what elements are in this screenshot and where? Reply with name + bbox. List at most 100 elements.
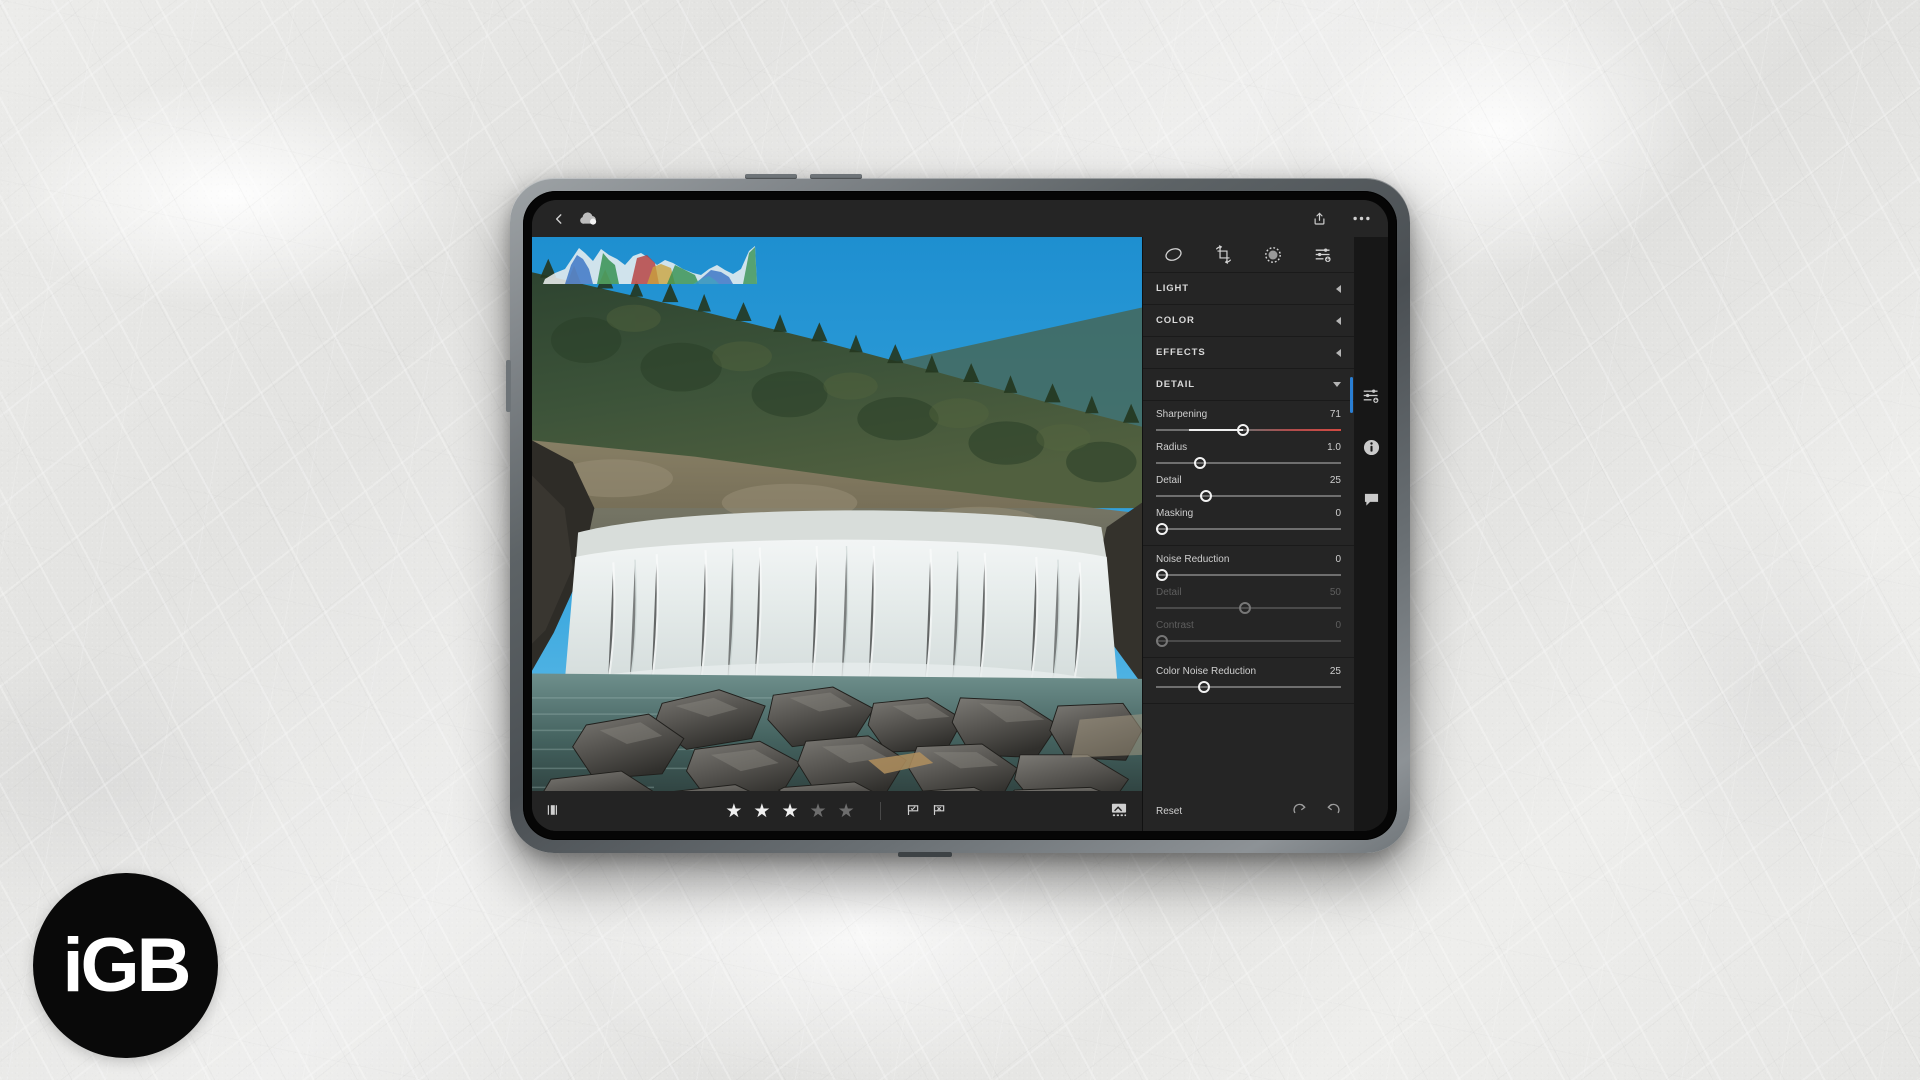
slider-label: Detail	[1156, 475, 1182, 486]
power-button[interactable]	[506, 360, 511, 412]
slider-knob[interactable]	[1199, 490, 1212, 502]
slider-noise-reduction[interactable]: Noise Reduction 0	[1155, 551, 1341, 584]
healing-brush-icon[interactable]	[1260, 242, 1286, 268]
chevron-left-icon	[1336, 316, 1341, 325]
slider-color-noise-reduction[interactable]: Color Noise Reduction 25	[1156, 663, 1341, 696]
slider-label: Noise Reduction	[1156, 554, 1230, 565]
crop-rotate-icon[interactable]	[1211, 242, 1237, 268]
slider-track[interactable]	[1155, 522, 1341, 536]
tablet-device: ★ ★ ★ ★ ★ LIGHT COLOR EFFECTS DETAIL Sha…	[506, 174, 1410, 857]
slider-value: 0	[1335, 554, 1341, 565]
panel-sections[interactable]: LIGHT COLOR EFFECTS DETAIL Sharpening 71…	[1143, 273, 1354, 791]
profile-adjust-icon[interactable]	[1310, 242, 1336, 268]
tablet-screen: ★ ★ ★ ★ ★ LIGHT COLOR EFFECTS DETAIL Sha…	[532, 200, 1388, 831]
toolbar-divider	[879, 802, 881, 820]
app-body: ★ ★ ★ ★ ★ LIGHT COLOR EFFECTS DETAIL Sha…	[532, 237, 1388, 831]
slider-track[interactable]	[1155, 634, 1341, 648]
slider-label: Contrast	[1156, 620, 1194, 631]
info-icon[interactable]	[1359, 435, 1383, 459]
slider-value: 25	[1329, 475, 1341, 486]
chevron-left-icon[interactable]	[546, 206, 572, 232]
section-light-label: LIGHT	[1156, 283, 1189, 294]
slider-value: 50	[1329, 587, 1341, 598]
before-after-compare-icon[interactable]	[546, 803, 562, 820]
star-2[interactable]: ★	[753, 802, 770, 821]
share-upload-icon[interactable]	[1306, 206, 1332, 232]
section-color[interactable]: COLOR	[1143, 305, 1354, 337]
star-3[interactable]: ★	[781, 802, 798, 821]
waterfall-photo	[532, 237, 1142, 791]
chevron-left-icon	[1336, 348, 1341, 357]
section-detail[interactable]: DETAIL	[1143, 369, 1354, 401]
section-light[interactable]: LIGHT	[1143, 273, 1354, 305]
slider-value: 0	[1335, 508, 1341, 519]
section-effects[interactable]: EFFECTS	[1143, 337, 1354, 369]
slider-nr-contrast[interactable]: Contrast 0	[1155, 617, 1341, 650]
edit-sliders-icon[interactable]	[1350, 377, 1383, 413]
slider-track[interactable]	[1156, 456, 1341, 470]
slider-track[interactable]	[1156, 680, 1341, 694]
histogram[interactable]	[543, 239, 757, 284]
flag-pick-icon[interactable]	[906, 803, 921, 820]
photo-column: ★ ★ ★ ★ ★	[532, 237, 1142, 831]
more-ellipsis-icon[interactable]	[1348, 206, 1374, 232]
slider-label: Color Noise Reduction	[1156, 666, 1257, 677]
volume-up-button[interactable]	[745, 174, 797, 179]
star-1[interactable]: ★	[725, 802, 742, 821]
comment-icon[interactable]	[1359, 487, 1383, 511]
section-effects-label: EFFECTS	[1156, 347, 1206, 358]
slider-value: 71	[1329, 409, 1341, 420]
slider-knob[interactable]	[1236, 424, 1249, 436]
section-color-label: COLOR	[1156, 315, 1195, 326]
connector-accent	[898, 852, 952, 857]
slider-track[interactable]	[1156, 489, 1341, 503]
slider-label: Sharpening	[1156, 409, 1208, 420]
slider-knob[interactable]	[1155, 523, 1168, 535]
star-5[interactable]: ★	[838, 802, 855, 821]
redo-arrow-icon[interactable]	[1292, 802, 1308, 820]
slider-detail[interactable]: Detail 25	[1156, 472, 1341, 505]
panel-footer: Reset	[1143, 791, 1354, 831]
slider-nr-detail[interactable]: Detail 50	[1156, 584, 1341, 617]
star-4[interactable]: ★	[810, 802, 827, 821]
mode-rail	[1350, 237, 1388, 831]
star-rating[interactable]: ★ ★ ★ ★ ★	[725, 802, 946, 821]
color-noise-group: Color Noise Reduction 25	[1143, 658, 1354, 704]
noise-reduction-group: Noise Reduction 0 Detail 50 Contrast 0	[1143, 546, 1354, 658]
chevron-left-icon	[1336, 284, 1341, 293]
edit-panel: LIGHT COLOR EFFECTS DETAIL Sharpening 71…	[1142, 237, 1354, 831]
slider-knob[interactable]	[1198, 681, 1211, 693]
photo-viewport[interactable]	[532, 237, 1142, 791]
lightroom-app: ★ ★ ★ ★ ★ LIGHT COLOR EFFECTS DETAIL Sha…	[532, 200, 1388, 831]
reset-button[interactable]: Reset	[1156, 806, 1182, 817]
slider-masking[interactable]: Masking 0	[1155, 505, 1341, 538]
igb-logo: iGB	[33, 873, 218, 1058]
slider-label: Masking	[1156, 508, 1194, 519]
volume-down-button[interactable]	[810, 174, 862, 179]
panel-tool-row	[1143, 237, 1354, 273]
undo-arrow-icon[interactable]	[1325, 802, 1341, 820]
slider-label: Radius	[1156, 442, 1188, 453]
slider-track[interactable]	[1156, 601, 1341, 615]
slider-value: 1.0	[1327, 442, 1341, 453]
section-detail-label: DETAIL	[1156, 379, 1195, 390]
igb-logo-text: iGB	[62, 922, 191, 1008]
flag-reject-icon[interactable]	[932, 803, 947, 820]
slider-knob[interactable]	[1238, 602, 1251, 614]
add-photo-icon[interactable]	[1110, 802, 1128, 820]
slider-track[interactable]	[1156, 423, 1341, 437]
sharpening-group: Sharpening 71 Radius 1.0 Detail 25 Maski…	[1143, 401, 1354, 546]
slider-radius[interactable]: Radius 1.0	[1156, 439, 1341, 472]
slider-knob[interactable]	[1155, 635, 1168, 647]
cloud-sync-icon[interactable]	[576, 206, 602, 232]
tablet-bezel: ★ ★ ★ ★ ★ LIGHT COLOR EFFECTS DETAIL Sha…	[523, 191, 1397, 840]
chevron-down-icon	[1333, 382, 1341, 387]
slider-track[interactable]	[1155, 568, 1341, 582]
slider-value: 0	[1335, 620, 1341, 631]
slider-sharpening[interactable]: Sharpening 71	[1156, 406, 1341, 439]
slider-knob[interactable]	[1194, 457, 1207, 469]
slider-label: Detail	[1156, 587, 1182, 598]
rating-toolbar: ★ ★ ★ ★ ★	[532, 791, 1142, 831]
slider-knob[interactable]	[1155, 569, 1168, 581]
presets-icon[interactable]	[1161, 242, 1187, 268]
